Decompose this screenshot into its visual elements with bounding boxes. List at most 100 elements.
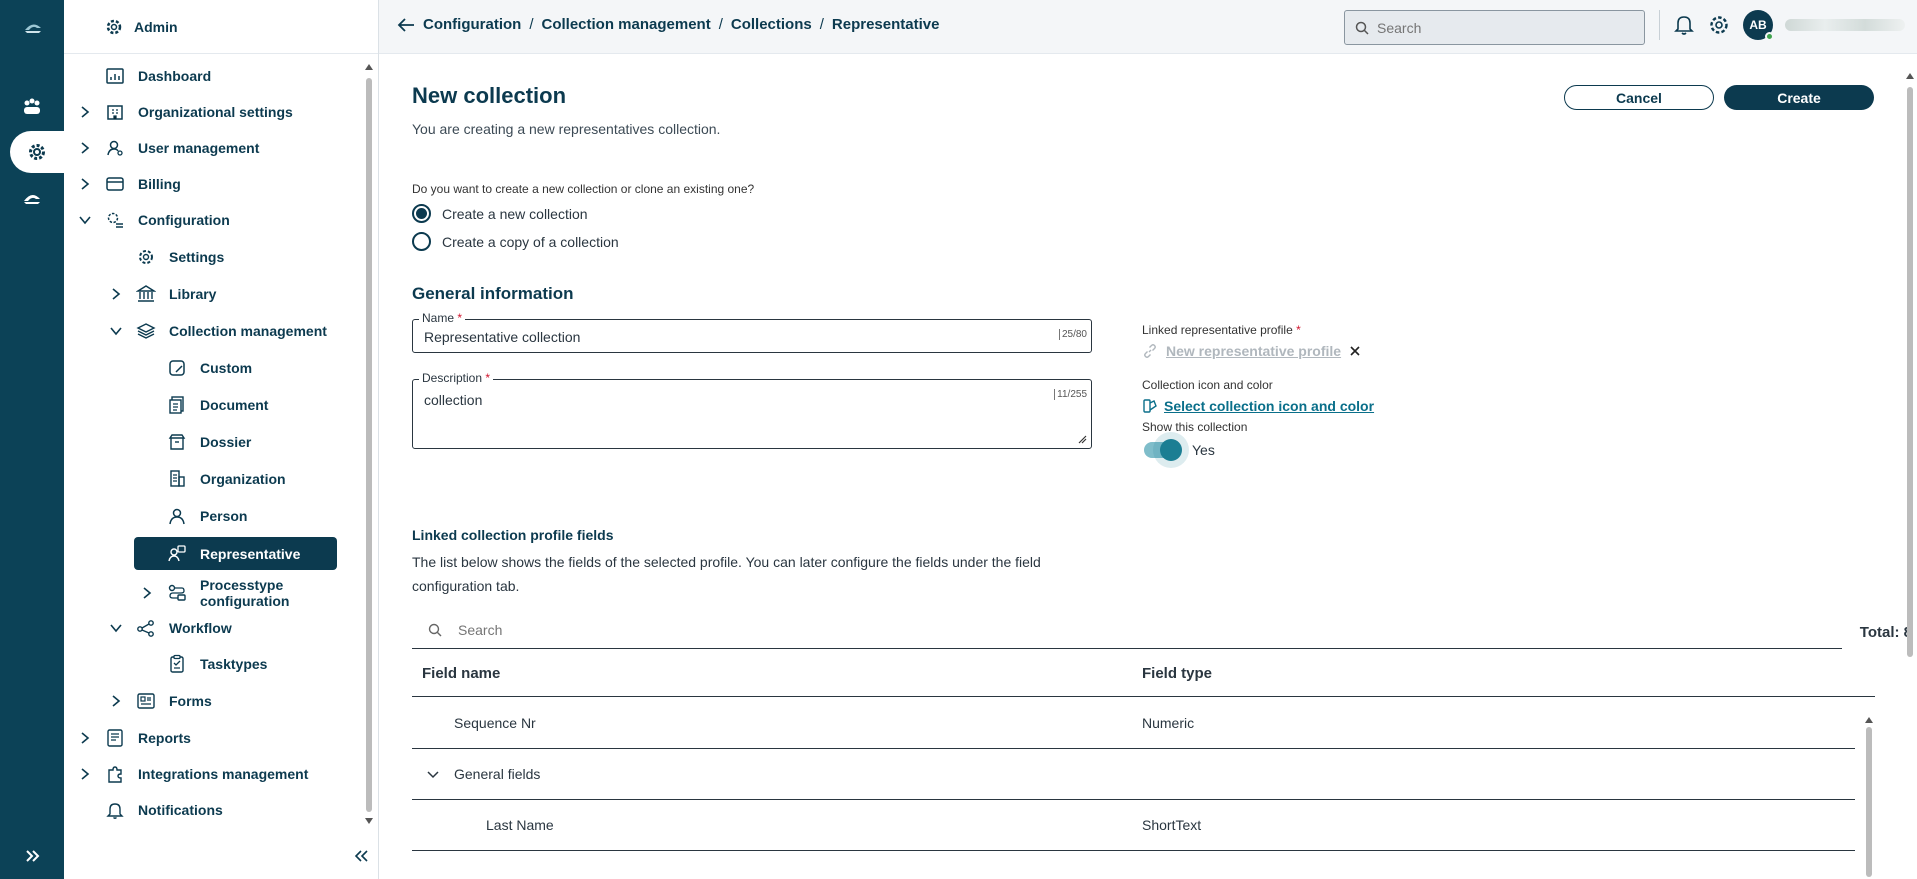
- chevron-down-icon[interactable]: [427, 770, 439, 779]
- scroll-down-arrow[interactable]: [365, 818, 373, 824]
- organization-icon: [166, 468, 188, 490]
- linked-profile-link[interactable]: New representative profile: [1166, 343, 1341, 359]
- sidebar-item-label: Configuration: [138, 212, 230, 228]
- chevron-right-icon[interactable]: [109, 694, 123, 708]
- building-icon: [104, 101, 126, 123]
- puzzle-icon: [104, 763, 126, 785]
- chevron-down-icon[interactable]: [78, 213, 92, 227]
- scroll-up-arrow[interactable]: [1906, 73, 1914, 79]
- rail-workspace-icon[interactable]: [0, 86, 64, 128]
- chevron-right-icon[interactable]: [78, 177, 92, 191]
- sidebar-item-user-management[interactable]: User management: [81, 133, 259, 163]
- table-scrollbar-thumb[interactable]: [1866, 727, 1872, 877]
- resize-handle-icon[interactable]: [1077, 434, 1087, 444]
- fields-search-input[interactable]: [458, 621, 1058, 638]
- create-button[interactable]: Create: [1724, 85, 1874, 110]
- sidebar-item-label: Dashboard: [138, 68, 212, 84]
- sidebar-item-billing[interactable]: Billing: [81, 169, 181, 199]
- sidebar-item-label: Organization: [200, 471, 286, 487]
- sidebar-item-notifications[interactable]: Notifications: [104, 795, 223, 825]
- sidebar-item-workflow[interactable]: Workflow: [110, 613, 232, 643]
- table-row-group[interactable]: General fields: [412, 749, 1855, 800]
- sidebar-item-collection-management[interactable]: Collection management: [110, 316, 327, 346]
- chevron-down-icon[interactable]: [109, 621, 123, 635]
- breadcrumb: Configuration / Collection management / …: [397, 16, 939, 33]
- sidebar-item-library[interactable]: Library: [112, 279, 216, 309]
- table-scrollbar[interactable]: [1865, 717, 1873, 877]
- sidebar-item-organizational-settings[interactable]: Organizational settings: [81, 97, 293, 127]
- sidebar-item-custom[interactable]: Custom: [166, 353, 252, 383]
- scroll-up-arrow[interactable]: [365, 64, 373, 70]
- palette-icon: [1143, 399, 1157, 413]
- breadcrumb-representative: Representative: [831, 16, 940, 33]
- layers-icon: [135, 320, 157, 342]
- rail-admin-gear-icon[interactable]: [10, 131, 64, 173]
- cancel-button[interactable]: Cancel: [1564, 85, 1714, 110]
- fields-search[interactable]: [412, 611, 1842, 649]
- general-information-title: General information: [412, 284, 574, 303]
- main-scrollbar[interactable]: [1906, 73, 1914, 877]
- sidebar-item-integrations-management[interactable]: Integrations management: [81, 759, 308, 789]
- breadcrumb-collections[interactable]: Collections: [731, 16, 812, 33]
- sidebar-item-settings[interactable]: Settings: [135, 242, 224, 272]
- sidebar-item-processtype-configuration[interactable]: Processtype configuration: [143, 576, 300, 610]
- sidebar-item-dossier[interactable]: Dossier: [166, 427, 251, 457]
- column-header-field-type[interactable]: Field type: [1142, 665, 1212, 682]
- column-header-field-name[interactable]: Field name: [422, 665, 500, 682]
- name-field-value[interactable]: Representative collection: [424, 329, 580, 345]
- radio-create-new[interactable]: Create a new collection: [412, 204, 588, 223]
- rail-cloud-icon[interactable]: [0, 176, 64, 218]
- sidebar-item-label: Collection management: [169, 323, 327, 339]
- breadcrumb-separator: /: [718, 16, 723, 33]
- back-arrow-icon[interactable]: [397, 17, 415, 32]
- table-row[interactable]: Last Name ShortText: [412, 800, 1855, 851]
- sidebar-item-organization[interactable]: Organization: [166, 464, 286, 494]
- sidebar-item-document[interactable]: Document: [166, 390, 268, 420]
- radio-button-checked[interactable]: [412, 204, 431, 223]
- description-field[interactable]: Description * collection 11/255: [412, 371, 1092, 449]
- chevron-right-icon[interactable]: [78, 731, 92, 745]
- table-row[interactable]: Sequence Nr Numeric: [412, 698, 1855, 749]
- configuration-icon: [104, 209, 126, 231]
- sidebar-item-configuration[interactable]: Configuration: [79, 205, 230, 235]
- global-search-input[interactable]: [1377, 19, 1617, 36]
- chevron-right-icon[interactable]: [78, 141, 92, 155]
- settings-gear-icon[interactable]: [1707, 13, 1731, 37]
- sidebar-item-person[interactable]: Person: [166, 501, 247, 531]
- main-scrollbar-thumb[interactable]: [1907, 87, 1913, 657]
- sidebar-header-title: Admin: [134, 18, 178, 35]
- chevron-right-icon[interactable]: [78, 105, 92, 119]
- chevron-right-icon[interactable]: [78, 767, 92, 781]
- sidebar-item-representative[interactable]: Representative: [134, 537, 337, 570]
- bell-icon[interactable]: [1673, 13, 1695, 37]
- show-collection-toggle[interactable]: [1144, 439, 1182, 461]
- sidebar-item-tasktypes[interactable]: Tasktypes: [166, 649, 267, 679]
- breadcrumb-configuration[interactable]: Configuration: [423, 16, 521, 33]
- chevron-right-icon[interactable]: [109, 287, 123, 301]
- breadcrumb-collection-management[interactable]: Collection management: [542, 16, 711, 33]
- name-field[interactable]: Name * Representative collection 25/80: [412, 311, 1092, 353]
- avatar[interactable]: AB: [1743, 10, 1774, 41]
- description-field-value[interactable]: collection: [424, 392, 482, 408]
- icon-color-label: Collection icon and color: [1142, 378, 1273, 392]
- radio-button[interactable]: [412, 232, 431, 251]
- collapse-sidebar-icon[interactable]: [352, 848, 370, 864]
- expand-rail-icon[interactable]: [22, 845, 44, 867]
- sidebar-item-reports[interactable]: Reports: [81, 723, 191, 753]
- chevron-down-icon[interactable]: [109, 324, 123, 338]
- scroll-up-arrow[interactable]: [1865, 717, 1873, 723]
- chevron-right-icon[interactable]: [140, 586, 154, 600]
- sidebar-scrollbar[interactable]: [365, 64, 373, 824]
- global-search[interactable]: [1344, 10, 1645, 45]
- main-content: New collection You are creating a new re…: [379, 55, 1917, 879]
- sidebar-item-dashboard[interactable]: Dashboard: [104, 61, 211, 91]
- sidebar-item-forms[interactable]: Forms: [112, 686, 212, 716]
- close-icon[interactable]: [1349, 345, 1361, 357]
- dashboard-icon: [104, 65, 126, 87]
- radio-create-copy[interactable]: Create a copy of a collection: [412, 232, 619, 251]
- app-logo-icon[interactable]: [22, 16, 44, 38]
- sidebar-item-label: Organizational settings: [138, 104, 293, 120]
- select-icon-color-link[interactable]: Select collection icon and color: [1164, 398, 1374, 414]
- sidebar-scrollbar-thumb[interactable]: [366, 78, 372, 812]
- report-icon: [104, 727, 126, 749]
